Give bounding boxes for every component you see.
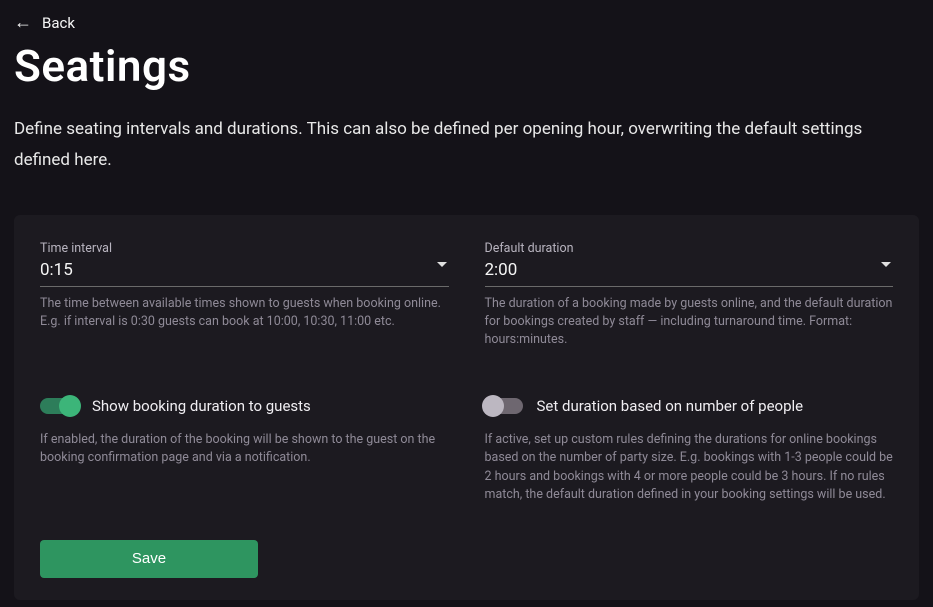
toggle-knob [59, 395, 81, 417]
time-interval-select[interactable]: 0:15 [40, 260, 449, 287]
back-label: Back [42, 14, 75, 32]
default-duration-label: Default duration [485, 241, 894, 256]
chevron-down-icon [437, 262, 447, 267]
duration-by-people-toggle[interactable] [485, 398, 523, 414]
back-button[interactable]: ← Back [14, 10, 75, 36]
time-interval-value: 0:15 [40, 260, 449, 280]
show-duration-toggle[interactable] [40, 398, 78, 414]
page-title: Seatings [14, 40, 919, 92]
chevron-down-icon [881, 262, 891, 267]
duration-by-people-helper: If active, set up custom rules defining … [485, 431, 894, 504]
page-description: Define seating intervals and durations. … [14, 114, 914, 177]
duration-by-people-label: Set duration based on number of people [537, 397, 804, 415]
toggle-knob [482, 395, 504, 417]
show-duration-label: Show booking duration to guests [92, 397, 311, 415]
save-button[interactable]: Save [40, 540, 258, 578]
show-duration-helper: If enabled, the duration of the booking … [40, 431, 449, 467]
default-duration-select[interactable]: 2:00 [485, 260, 894, 287]
time-interval-helper: The time between available times shown t… [40, 295, 449, 331]
settings-panel: Time interval 0:15 The time between avai… [14, 215, 919, 600]
default-duration-value: 2:00 [485, 260, 894, 280]
time-interval-label: Time interval [40, 241, 449, 256]
default-duration-helper: The duration of a booking made by guests… [485, 295, 894, 349]
arrow-left-icon: ← [14, 14, 32, 32]
